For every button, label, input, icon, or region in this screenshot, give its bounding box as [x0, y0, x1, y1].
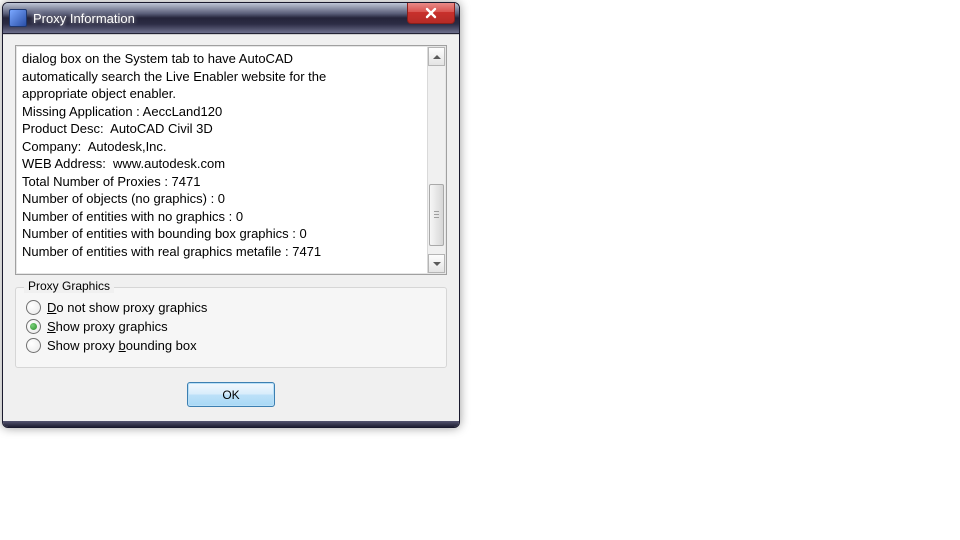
chevron-down-icon — [433, 260, 441, 268]
close-button[interactable] — [407, 3, 455, 24]
radio-icon — [26, 319, 41, 334]
info-line: Number of entities with real graphics me… — [22, 243, 424, 261]
group-legend: Proxy Graphics — [24, 279, 114, 293]
client-area: dialog box on the System tab to have Aut… — [3, 34, 459, 421]
info-line: Product Desc: AutoCAD Civil 3D — [22, 120, 424, 138]
radio-do-not-show[interactable]: Do not show proxy graphics — [26, 300, 436, 315]
info-line: Total Number of Proxies : 7471 — [22, 173, 424, 191]
info-line: dialog box on the System tab to have Aut… — [22, 50, 424, 68]
info-line: automatically search the Live Enabler we… — [22, 68, 424, 86]
radio-label: Do not show proxy graphics — [47, 300, 207, 315]
vertical-scrollbar[interactable] — [427, 47, 445, 273]
radio-icon — [26, 338, 41, 353]
info-line: Number of entities with no graphics : 0 — [22, 208, 424, 226]
scroll-down-button[interactable] — [428, 254, 445, 273]
app-icon — [9, 9, 27, 27]
ok-button[interactable]: OK — [187, 382, 275, 407]
info-line: Company: Autodesk,Inc. — [22, 138, 424, 156]
info-line: WEB Address: www.autodesk.com — [22, 155, 424, 173]
info-line: Missing Application : AeccLand120 — [22, 103, 424, 121]
button-row: OK — [15, 382, 447, 407]
info-line: appropriate object enabler. — [22, 85, 424, 103]
close-icon — [425, 7, 437, 19]
radio-label: Show proxy graphics — [47, 319, 168, 334]
dialog-window: Proxy Information dialog box on the Syst… — [2, 2, 460, 428]
window-border-bottom — [3, 421, 459, 427]
chevron-up-icon — [433, 53, 441, 61]
info-line: Number of objects (no graphics) : 0 — [22, 190, 424, 208]
scroll-thumb[interactable] — [429, 184, 444, 246]
proxy-graphics-group: Proxy Graphics Do not show proxy graphic… — [15, 287, 447, 368]
radio-icon — [26, 300, 41, 315]
scroll-track[interactable] — [428, 66, 445, 254]
radio-bounding-box[interactable]: Show proxy bounding box — [26, 338, 436, 353]
radio-show-graphics[interactable]: Show proxy graphics — [26, 319, 436, 334]
ok-button-label: OK — [222, 388, 239, 402]
info-textbox[interactable]: dialog box on the System tab to have Aut… — [15, 45, 447, 275]
radio-label: Show proxy bounding box — [47, 338, 197, 353]
scroll-up-button[interactable] — [428, 47, 445, 66]
titlebar[interactable]: Proxy Information — [3, 3, 459, 34]
info-line: Number of entities with bounding box gra… — [22, 225, 424, 243]
window-title: Proxy Information — [33, 11, 135, 26]
